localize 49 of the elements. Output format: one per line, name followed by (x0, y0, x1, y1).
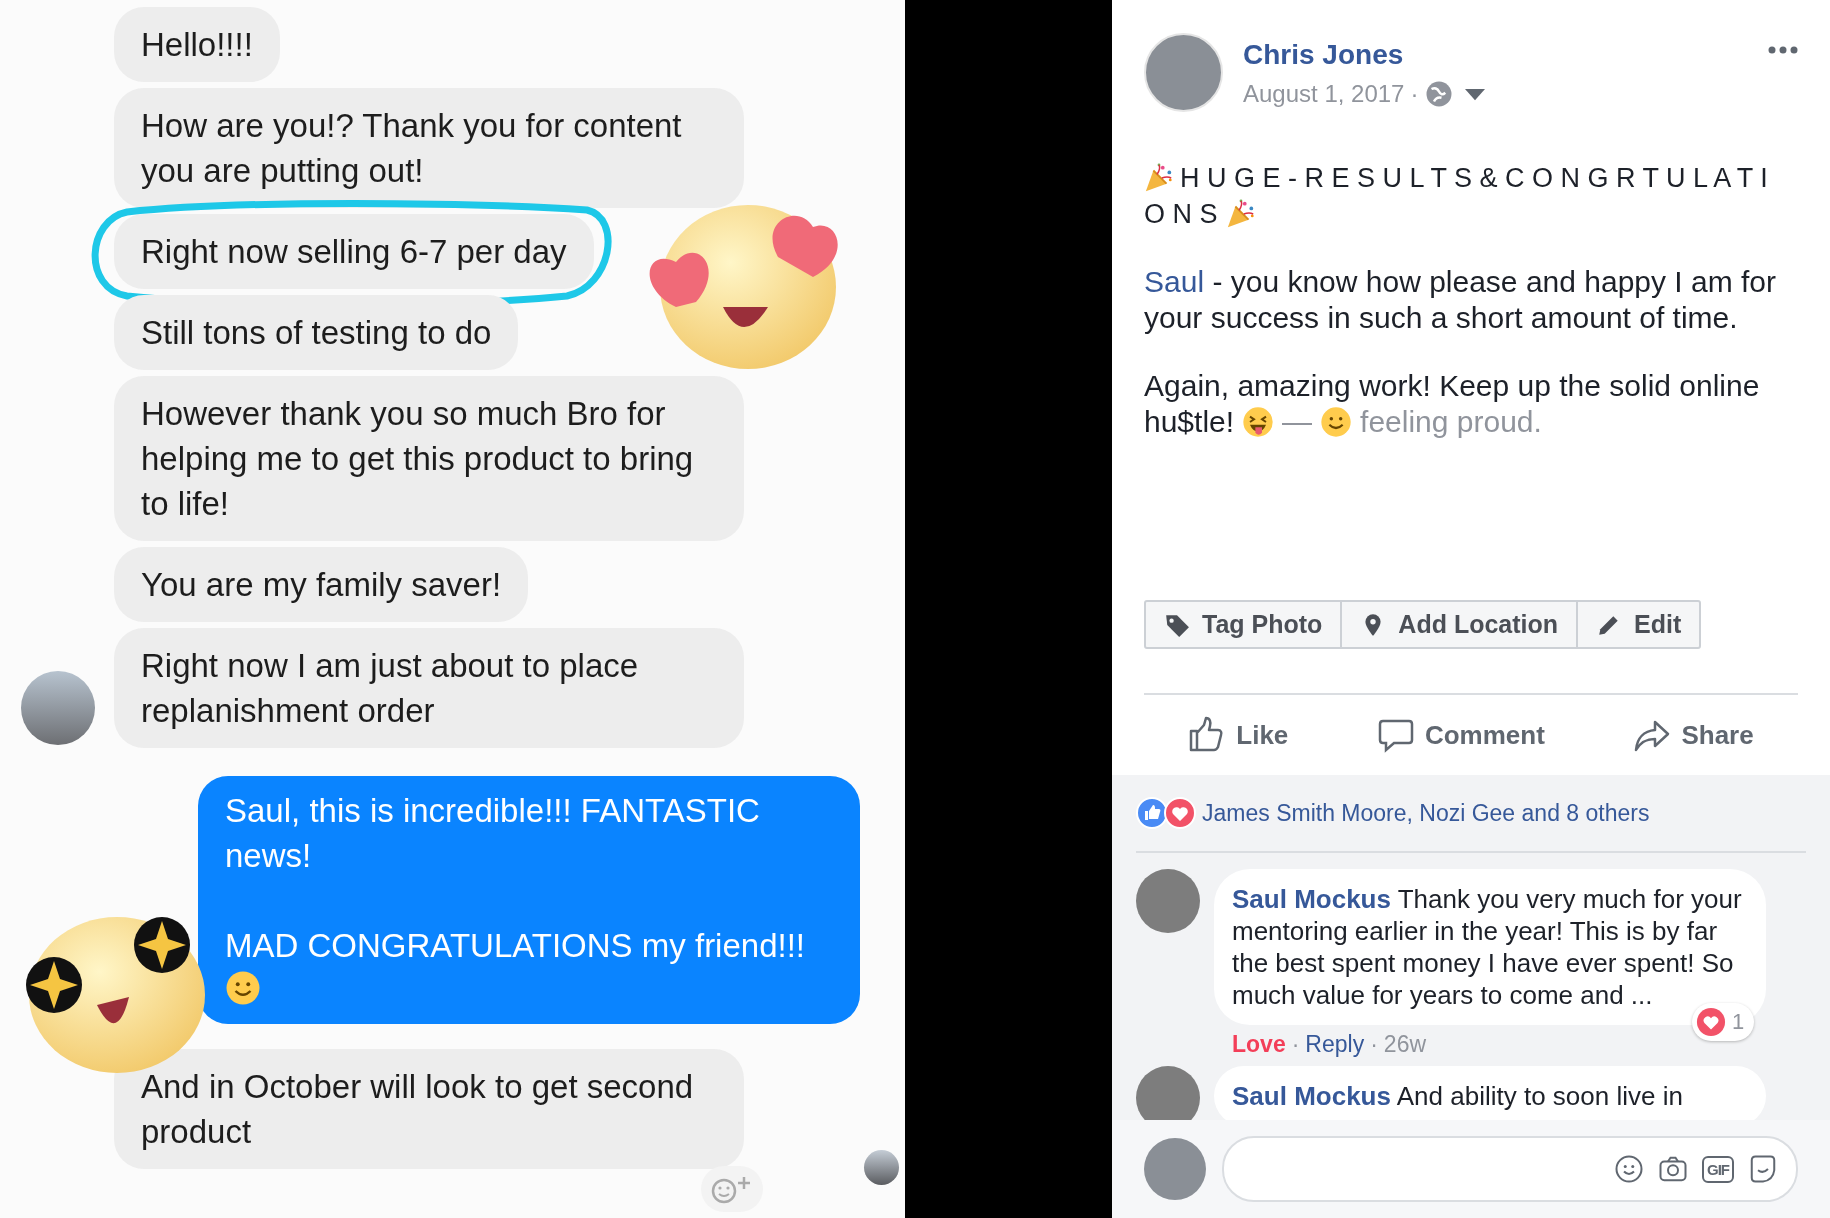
dash-text: — (1282, 404, 1313, 440)
post-headline: O N S (1144, 198, 1218, 231)
mention-link[interactable]: Saul (1144, 265, 1205, 298)
separator-dot: · (1370, 1031, 1378, 1058)
like-reaction-icon (1136, 797, 1168, 829)
author-link[interactable]: Saul Mockus (1232, 1081, 1391, 1111)
post-paragraph: Again, amazing work! Keep up the solid online (1144, 368, 1760, 404)
message-bubble: Saul, this is incredible!!! FANTASTIC news! MAD CONGRATULATIONS my friend!!! (198, 776, 860, 1024)
comment-text: Saul Mockus And ability to soon live in (1214, 1066, 1766, 1120)
feeling-text: feeling proud. (1360, 404, 1542, 440)
separator-dot: · (1410, 80, 1419, 108)
message-bubble: And in October will look to get second product (114, 1049, 744, 1169)
sticker-icon[interactable] (1748, 1154, 1778, 1184)
reaction-count: 1 (1732, 1009, 1745, 1035)
message-bubble: Right now selling 6-7 per day (114, 214, 594, 289)
smiley-icon[interactable] (1614, 1154, 1644, 1184)
post-headline: H U G E - R E S U L T S & C O N G R T U L A T I (1180, 162, 1768, 195)
separator-dot: · (1291, 1031, 1300, 1058)
love-link[interactable]: Love (1232, 1031, 1286, 1058)
post-button[interactable]: Add Location (1342, 602, 1579, 647)
action-button[interactable]: Like (1182, 715, 1295, 755)
heart-reaction-icon (1164, 797, 1196, 829)
more-options-icon[interactable] (1768, 45, 1798, 55)
gif-button[interactable]: GIF (1702, 1155, 1734, 1183)
message-bubble: However thank you so much Bro for helping me to get this product to bring to life! (114, 376, 744, 541)
message-bubble: You are my family saver! (114, 547, 529, 622)
reactions-link[interactable]: James Smith Moore, Nozi Gee and 8 others (1202, 799, 1650, 827)
reply-link[interactable]: Reply (1305, 1031, 1365, 1058)
party-popper-icon (1225, 199, 1256, 229)
comment-input-field[interactable]: GIF (1222, 1136, 1798, 1202)
message-bubble: Right now I am just about to place replanishment order (114, 628, 744, 748)
post-button[interactable]: Tag Photo (1146, 602, 1343, 647)
post-button[interactable]: Edit (1578, 602, 1700, 647)
action-button[interactable]: Share (1627, 715, 1760, 755)
message-bubble: Hello!!!! (114, 7, 280, 82)
avatar-photo (1136, 1066, 1200, 1120)
camera-icon[interactable] (1658, 1154, 1688, 1184)
tongue-out-face-icon (1242, 406, 1275, 438)
post-paragraph: Saul - you know how please and happy I am for your success in such a short amount of time. (1144, 264, 1778, 336)
author-link[interactable]: Chris Jones (1243, 39, 1404, 70)
message-bubble: Still tons of testing to do (114, 295, 519, 370)
action-button[interactable]: Comment (1370, 715, 1551, 755)
smiley-icon (1320, 406, 1353, 438)
author-link[interactable]: Saul Mockus (1232, 884, 1391, 914)
comment-time: 26w (1383, 1031, 1427, 1058)
party-popper-icon (1144, 163, 1174, 193)
message-bubble: How are you!? Thank you for content you are putting out! (114, 88, 744, 208)
avatar-photo (864, 1150, 899, 1185)
post-paragraph: hu$tle! (1144, 404, 1235, 440)
